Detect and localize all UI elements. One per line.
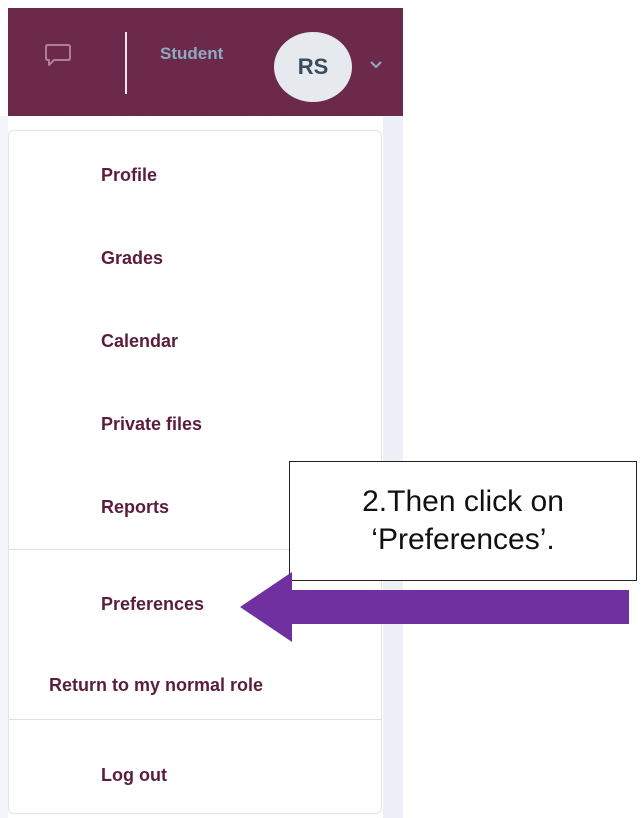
menu-item-profile[interactable]: Profile <box>101 165 157 186</box>
instruction-callout: 2.Then click on ‘Preferences’. <box>289 461 637 581</box>
menu-item-log-out[interactable]: Log out <box>101 765 167 786</box>
callout-line-2: ‘Preferences’. <box>371 523 555 556</box>
chevron-down-icon[interactable] <box>369 56 383 74</box>
menu-divider <box>9 719 381 720</box>
menu-item-private-files[interactable]: Private files <box>101 414 202 435</box>
menu-item-grades[interactable]: Grades <box>101 248 163 269</box>
top-navbar: Student RS <box>8 8 403 116</box>
menu-item-reports[interactable]: Reports <box>101 497 169 518</box>
menu-item-preferences[interactable]: Preferences <box>101 594 204 615</box>
avatar[interactable]: RS <box>274 32 352 102</box>
page-edge-left <box>0 116 8 818</box>
pointer-arrow <box>240 572 629 642</box>
navbar-divider <box>125 32 127 94</box>
callout-line-1: 2.Then click on <box>362 485 564 518</box>
menu-item-return-to-normal-role[interactable]: Return to my normal role <box>49 675 263 696</box>
menu-item-calendar[interactable]: Calendar <box>101 331 178 352</box>
role-label: Student <box>160 44 224 63</box>
message-icon[interactable] <box>44 42 72 73</box>
